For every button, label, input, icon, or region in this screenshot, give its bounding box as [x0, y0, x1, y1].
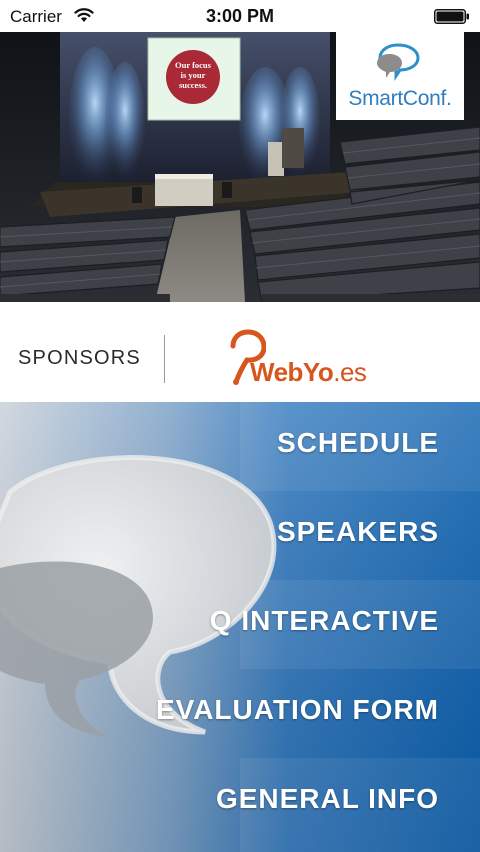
menu-item-evaluation-form[interactable]: EVALUATION FORM — [0, 669, 480, 758]
smartconf-logo: SmartConf. — [336, 32, 464, 120]
sponsor-name: WebYo — [250, 357, 334, 387]
menu-item-general-info[interactable]: GENERAL INFO — [0, 758, 480, 847]
menu-item-label: Q INTERACTIVE — [209, 605, 439, 636]
menu-item-label: GENERAL INFO — [215, 783, 439, 814]
screen-text-3: success. — [179, 80, 207, 90]
smartconf-logo-text: SmartConf. — [348, 87, 452, 110]
menu-item-label: EVALUATION FORM — [155, 694, 439, 725]
screen-text-1: Our focus — [175, 60, 212, 70]
sponsors-section: SPONSORS WebYo.es — [0, 302, 480, 402]
menu-item-q-interactive[interactable]: Q INTERACTIVE — [0, 580, 480, 669]
status-bar: Carrier 3:00 PM — [0, 0, 480, 32]
chat-bubbles-icon — [377, 43, 420, 81]
app-screen: Carrier 3:00 PM Our focus is your succes… — [0, 0, 480, 852]
sponsor-logo-webyo[interactable]: WebYo.es — [228, 328, 408, 388]
menu-item-speakers[interactable]: SPEAKERS — [0, 491, 480, 580]
sponsor-tld: .es — [333, 357, 367, 387]
menu-item-label: SPEAKERS — [276, 516, 439, 547]
sponsors-divider — [164, 335, 165, 383]
menu-list: SCHEDULE SPEAKERS Q INTERACTIVE EVALUATI… — [0, 402, 480, 852]
sponsors-label: SPONSORS — [18, 347, 141, 369]
menu-item-label: SCHEDULE — [276, 427, 439, 458]
clock-label: 3:00 PM — [205, 6, 275, 26]
screen-text-2: is your — [181, 70, 206, 80]
menu-item-schedule[interactable]: SCHEDULE — [0, 402, 480, 491]
battery-icon — [434, 9, 469, 24]
main-menu: SCHEDULE SPEAKERS Q INTERACTIVE EVALUATI… — [0, 402, 480, 852]
